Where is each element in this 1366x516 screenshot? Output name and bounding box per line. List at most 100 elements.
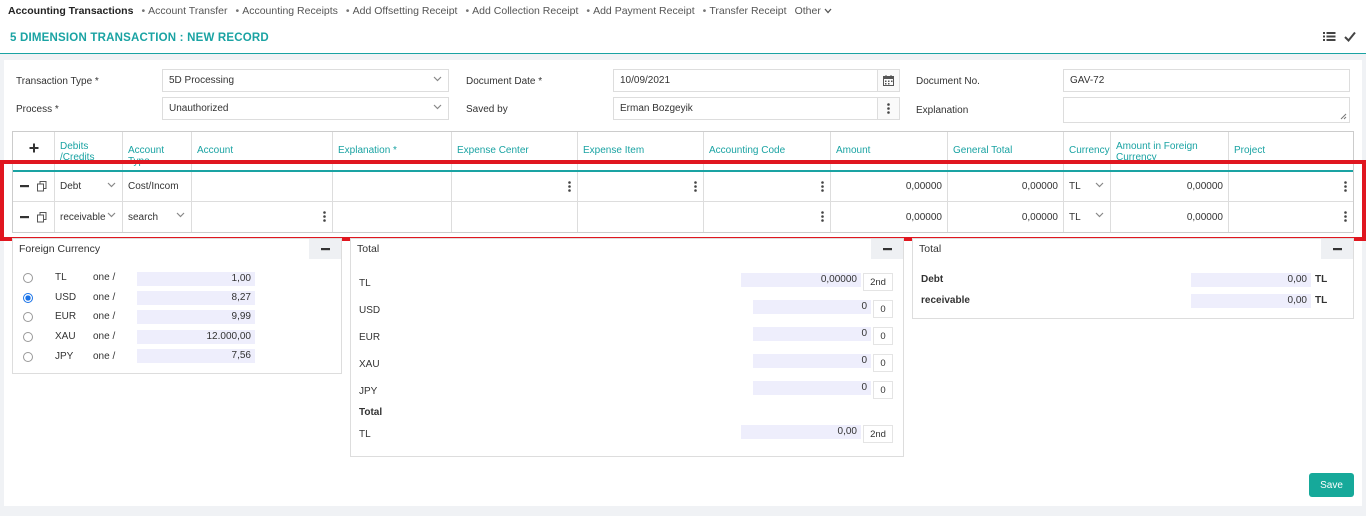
kebab-menu-icon[interactable]: [694, 181, 697, 192]
list-icon[interactable]: [1323, 31, 1336, 42]
collapse-button[interactable]: [1321, 239, 1353, 259]
col-explanation: Explanation *: [333, 132, 452, 170]
col-accounting-code: Accounting Code: [704, 132, 831, 170]
total-currency-panel: Total TL 0,00000 2nd USD 0 0 EUR 0 0 XAU…: [350, 238, 904, 457]
resize-handle-icon[interactable]: [1340, 113, 1347, 120]
currency-rate[interactable]: 1,00: [137, 272, 255, 286]
total-tag: 0: [873, 300, 893, 318]
dc-select[interactable]: Debt: [55, 172, 123, 201]
kebab-menu-icon[interactable]: [821, 211, 824, 222]
nav-transfer-receipt[interactable]: • Transfer Receipt: [703, 5, 787, 17]
currency-code: EUR: [55, 311, 77, 322]
copy-icon[interactable]: [37, 181, 47, 192]
saved-by-menu-button[interactable]: [877, 98, 899, 119]
dc-select[interactable]: receivable: [55, 202, 123, 232]
currency-code: USD: [55, 292, 77, 303]
process-select[interactable]: Unauthorized: [162, 97, 449, 120]
currency-select[interactable]: TL: [1064, 202, 1111, 232]
total-code: USD: [359, 305, 381, 316]
collapse-button[interactable]: [309, 239, 341, 259]
total-value: 0: [753, 327, 871, 341]
kebab-menu-icon[interactable]: [821, 181, 824, 192]
nav-add-payment-receipt[interactable]: • Add Payment Receipt: [586, 5, 694, 17]
collapse-button[interactable]: [871, 239, 903, 259]
currency-select[interactable]: TL: [1064, 172, 1111, 201]
document-date-input[interactable]: 10/09/2021: [613, 69, 900, 92]
col-expense-center: Expense Center: [452, 132, 578, 170]
minus-icon[interactable]: [20, 185, 29, 188]
currency-radio-tl[interactable]: [23, 273, 33, 283]
list-item: [23, 273, 33, 283]
currency-radio-usd[interactable]: [23, 293, 33, 303]
col-amount-foreign: Amount in Foreign Currency: [1111, 132, 1229, 170]
total-sum-value: 0,00: [741, 425, 861, 439]
explanation-input[interactable]: [333, 172, 452, 201]
foreign-amount-input[interactable]: 0,00000: [1111, 202, 1229, 232]
currency-rate[interactable]: 7,56: [137, 349, 255, 363]
checkmark-icon[interactable]: [1344, 31, 1356, 42]
copy-icon[interactable]: [37, 211, 47, 223]
expense-item-input[interactable]: [578, 172, 704, 201]
account-type-select[interactable]: Cost/Incom: [123, 172, 192, 201]
explanation-textarea[interactable]: [1063, 97, 1350, 123]
row-actions: [13, 202, 55, 232]
account-type-select[interactable]: search: [123, 202, 192, 232]
account-input[interactable]: [192, 172, 333, 201]
transaction-type-select[interactable]: 5D Processing: [162, 69, 449, 92]
total-code: XAU: [359, 359, 380, 370]
save-button[interactable]: Save: [1309, 473, 1354, 497]
col-general-total: General Total: [948, 132, 1064, 170]
nav-other-dropdown[interactable]: Other: [795, 5, 832, 17]
currency-radio-jpy[interactable]: [23, 352, 33, 362]
minus-icon: [320, 247, 330, 250]
general-total-value: 0,00000: [948, 202, 1064, 232]
currency-radio-xau[interactable]: [23, 332, 33, 342]
nav-add-offsetting-receipt[interactable]: • Add Offsetting Receipt: [346, 5, 458, 17]
total-code: EUR: [359, 332, 381, 343]
currency-rate[interactable]: 12.000,00: [137, 330, 255, 344]
kebab-menu-icon[interactable]: [1344, 211, 1347, 222]
currency-unit: one /: [93, 351, 116, 362]
col-amount: Amount: [831, 132, 948, 170]
currency-rate[interactable]: 9,99: [137, 310, 255, 324]
total-title: Total: [357, 243, 380, 255]
explanation-input[interactable]: [333, 202, 452, 232]
project-input[interactable]: [1229, 202, 1353, 232]
accounting-code-input[interactable]: [704, 172, 831, 201]
foreign-currency-panel: Foreign Currency TL one / 1,00 USD one /…: [12, 238, 342, 374]
document-no-input[interactable]: GAV-72: [1063, 69, 1350, 92]
total-tag: 0: [873, 354, 893, 372]
add-row-button[interactable]: [13, 132, 55, 170]
document-no-label: Document No.: [916, 76, 980, 87]
foreign-amount-input[interactable]: 0,00000: [1111, 172, 1229, 201]
table-row: receivable search 0,00000 0,00000 TL 0,0…: [13, 202, 1353, 232]
nav-accounting-receipts[interactable]: • Accounting Receipts: [236, 5, 338, 17]
nav-accounting-transactions[interactable]: Accounting Transactions: [8, 5, 133, 17]
total-dc-panel: Total Debt 0,00 TL receivable 0,00 TL: [912, 238, 1354, 319]
expense-center-input[interactable]: [452, 202, 578, 232]
calendar-button[interactable]: [877, 70, 899, 91]
list-item: [23, 293, 33, 303]
kebab-menu-icon[interactable]: [1344, 181, 1347, 192]
minus-icon[interactable]: [20, 215, 29, 219]
general-total-value: 0,00000: [948, 172, 1064, 201]
expense-item-input[interactable]: [578, 202, 704, 232]
expense-center-input[interactable]: [452, 172, 578, 201]
account-input[interactable]: [192, 202, 333, 232]
project-input[interactable]: [1229, 172, 1353, 201]
currency-rate[interactable]: 8,27: [137, 291, 255, 305]
currency-unit: one /: [93, 292, 116, 303]
kebab-menu-icon[interactable]: [323, 211, 326, 222]
total-dc-currency: TL: [1315, 295, 1328, 306]
calendar-icon: [883, 75, 894, 86]
list-item: [23, 332, 33, 342]
currency-radio-eur[interactable]: [23, 312, 33, 322]
saved-by-input[interactable]: Erman Bozgeyik: [613, 97, 900, 120]
amount-input[interactable]: 0,00000: [831, 202, 948, 232]
kebab-menu-icon[interactable]: [568, 181, 571, 192]
accounting-code-input[interactable]: [704, 202, 831, 232]
amount-input[interactable]: 0,00000: [831, 172, 948, 201]
nav-add-collection-receipt[interactable]: • Add Collection Receipt: [465, 5, 578, 17]
document-date-label: Document Date *: [466, 76, 543, 87]
nav-account-transfer[interactable]: • Account Transfer: [141, 5, 227, 17]
